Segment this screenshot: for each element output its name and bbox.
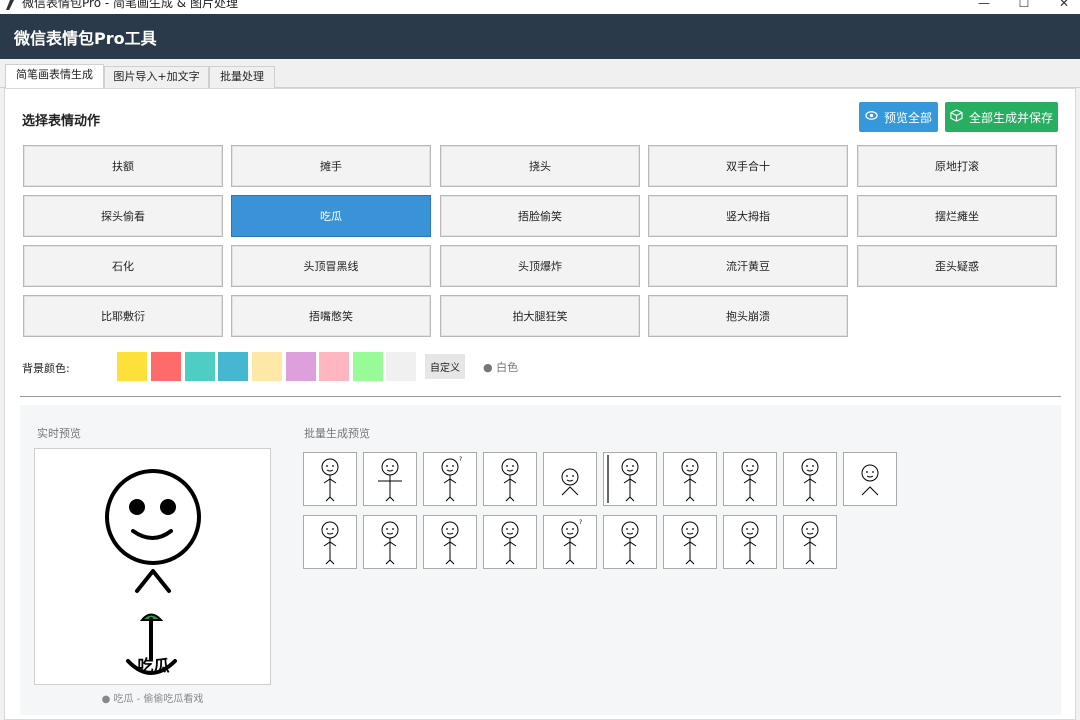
maximize-button[interactable]: ☐ [1014,0,1034,10]
action-button[interactable]: 捂嘴憋笑 [231,295,431,337]
tab-batch[interactable]: 批量处理 [209,66,275,88]
color-swatch[interactable] [386,352,416,381]
stick-figure-thumb [681,521,699,565]
stick-figure-thumb [801,521,819,565]
stick-figure-thumb [607,455,639,503]
batch-thumbnail[interactable] [363,452,417,506]
batch-thumbnail[interactable] [843,452,897,506]
close-button[interactable]: ✕ [1054,0,1074,10]
batch-thumbnail[interactable] [783,515,837,569]
tab-sketch-generate[interactable]: 简笔画表情生成 [5,64,104,89]
svg-text:?: ? [579,519,582,526]
batch-thumbnail[interactable] [543,452,597,506]
batch-thumbnail[interactable] [363,515,417,569]
action-button[interactable]: 抱头崩溃 [648,295,848,337]
action-button[interactable]: 原地打滚 [857,145,1057,187]
stick-figure-thumb [501,521,519,565]
save-all-button[interactable]: 全部生成并保存 [945,102,1058,132]
current-color-status: ● 白色 [483,361,519,374]
stick-figure-thumb [381,521,399,565]
color-swatch[interactable] [218,352,248,381]
stick-figure-thumb [441,521,459,565]
color-swatch[interactable] [353,352,383,381]
background-color-label: 背景颜色: [22,362,70,375]
stick-figure-thumb [321,521,339,565]
app-header: 微信表情包Pro工具 [0,14,1080,59]
stick-figure-thumb [378,458,402,502]
tab-image-import[interactable]: 图片导入+加文字 [104,66,209,88]
batch-thumbnail[interactable] [723,452,777,506]
action-button[interactable]: 头顶冒黑线 [231,245,431,287]
stick-figure-thumb [321,458,339,502]
stick-figure-thumb [861,464,879,496]
minimize-button[interactable]: — [974,0,994,10]
color-swatch[interactable] [252,352,282,381]
action-button[interactable]: 拍大腿狂笑 [440,295,640,337]
stick-figure-thumb [561,468,579,496]
stick-figure-thumb: ? [441,456,462,502]
action-button[interactable]: 摆烂瘫坐 [857,195,1057,237]
batch-preview-label: 批量生成预览 [304,427,370,440]
batch-thumbnail[interactable] [483,452,537,506]
window-title: 微信表情包Pro - 简笔画生成 & 图片处理 [22,0,238,10]
stick-figure-thumb [801,458,819,502]
action-button[interactable]: 双手合十 [648,145,848,187]
action-button[interactable]: 石化 [23,245,223,287]
action-button[interactable]: 捂脸偷笑 [440,195,640,237]
batch-thumbnail[interactable] [783,452,837,506]
batch-thumbnail[interactable] [603,452,657,506]
action-button[interactable]: 头顶爆炸 [440,245,640,287]
action-button[interactable]: 扶额 [23,145,223,187]
svg-text:?: ? [459,456,462,463]
eye-icon [865,109,878,125]
app-icon [6,0,14,10]
window-titlebar: 微信表情包Pro - 简笔画生成 & 图片处理 — ☐ ✕ [0,0,1080,14]
box-icon [950,109,963,125]
action-button[interactable]: 竖大拇指 [648,195,848,237]
app-title: 微信表情包Pro工具 [14,29,157,48]
tab-bar: 简笔画表情生成 图片导入+加文字 批量处理 [0,59,1080,89]
action-button[interactable]: 摊手 [231,145,431,187]
divider [20,396,1061,397]
batch-thumbnail[interactable]: ? [543,515,597,569]
stick-figure-thumb [621,521,639,565]
color-swatch[interactable] [319,352,349,381]
action-button[interactable]: 歪头疑惑 [857,245,1057,287]
stick-figure-thumb [741,521,759,565]
batch-thumbnail[interactable] [603,515,657,569]
stick-figure-thumb [501,458,519,502]
live-preview-canvas: 吃瓜 [34,448,271,685]
batch-thumbnail[interactable] [303,515,357,569]
color-swatch[interactable] [117,352,147,381]
color-swatch[interactable] [151,352,181,381]
batch-thumbnail[interactable] [423,515,477,569]
color-swatch[interactable] [286,352,316,381]
live-preview-label: 实时预览 [37,427,81,440]
batch-thumbnail[interactable]: ? [423,452,477,506]
batch-thumbnail[interactable] [303,452,357,506]
action-button[interactable]: 探头偷看 [23,195,223,237]
stick-figure-thumb [741,458,759,502]
live-preview-text: 吃瓜 [137,656,170,675]
preview-all-label: 预览全部 [883,110,932,125]
action-button[interactable]: 流汗黄豆 [648,245,848,287]
action-button[interactable]: 挠头 [440,145,640,187]
batch-thumbnail[interactable] [483,515,537,569]
batch-thumbnail[interactable] [723,515,777,569]
section-title: 选择表情动作 [22,114,101,129]
batch-thumbnail[interactable] [663,452,717,506]
preview-all-button[interactable]: 预览全部 [859,102,938,132]
action-button[interactable]: 比耶敷衍 [23,295,223,337]
stick-figure-thumb [681,458,699,502]
save-all-label: 全部生成并保存 [968,110,1053,125]
action-button[interactable]: 吃瓜 [231,195,431,237]
stick-figure-thumb: ? [561,519,582,565]
batch-thumbnail[interactable] [663,515,717,569]
color-swatch[interactable] [185,352,215,381]
stick-figure [105,469,201,675]
live-preview-caption: ● 吃瓜 - 偷偷吃瓜看戏 [101,694,204,705]
custom-color-button[interactable]: 自定义 [425,354,465,379]
